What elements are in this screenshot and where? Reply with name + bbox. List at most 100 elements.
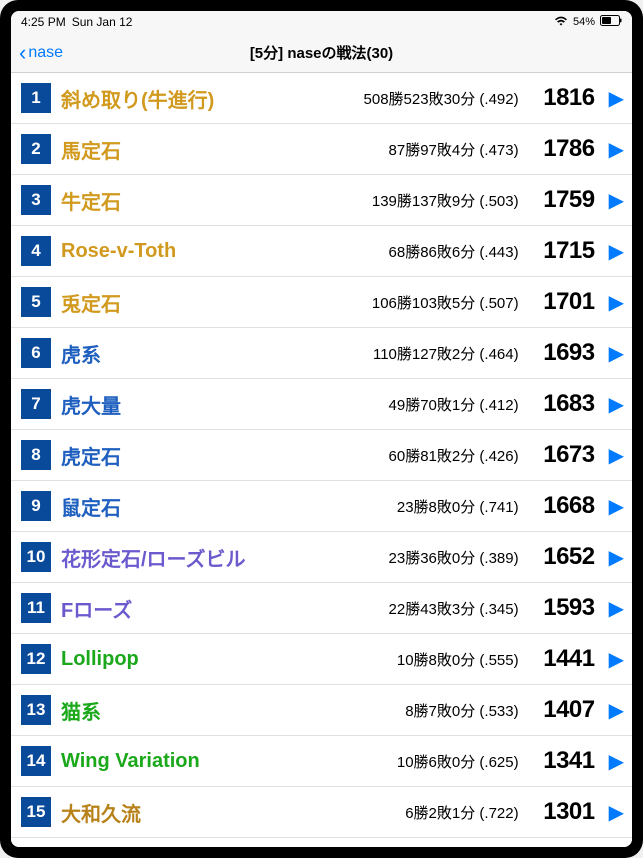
table-row[interactable]: 14Wing Variation10勝6敗0分 (.625)1341▶ [11, 736, 632, 787]
chevron-left-icon: ‹ [19, 40, 26, 66]
strategy-rating: 1759 [529, 186, 595, 214]
back-button[interactable]: ‹ nase [19, 40, 63, 66]
table-row[interactable]: 2 馬定石 87勝97敗4分 (.473) 1786 ▶ [11, 124, 632, 175]
strategy-stats: 8勝7敗0分 (.533) [405, 700, 518, 721]
status-time: 4:25 PM [21, 15, 66, 29]
chevron-right-icon: ▶ [609, 341, 624, 366]
strategy-name: 馬定石 [61, 135, 379, 164]
table-row[interactable]: 4 Rose-v-Toth 68勝86敗6分 (.443) 1715 ▶ [11, 226, 632, 277]
strategy-name: Lollipop [61, 648, 387, 671]
strategy-name: 大和久流 [61, 798, 395, 827]
strategy-rating: 1701 [529, 288, 595, 316]
strategy-stats: 87勝97敗4分 (.473) [389, 139, 519, 160]
strategy-name: Wing Variation [61, 750, 387, 773]
strategy-rating: 1693 [529, 339, 595, 367]
table-row[interactable]: 15 大和久流 6勝2敗1分 (.722) 1301 ▶ [11, 787, 632, 838]
strategy-stats: 110勝127敗2分 (.464) [373, 343, 519, 364]
strategy-stats: 23勝8敗0分 (.741) [397, 496, 519, 517]
table-row[interactable]: 11 Fローズ 22勝43敗3分 (.345) 1593 ▶ [11, 583, 632, 634]
table-row[interactable]: 5 兎定石 106勝103敗5分 (.507) 1701 ▶ [11, 277, 632, 328]
rank-badge: 15 [21, 797, 51, 827]
chevron-right-icon: ▶ [609, 545, 624, 570]
strategy-rating: 1668 [529, 492, 595, 520]
strategy-rating: 1407 [529, 696, 595, 724]
chevron-right-icon: ▶ [609, 800, 624, 825]
strategy-name: 兎定石 [61, 288, 362, 317]
strategy-rating: 1593 [529, 594, 595, 622]
strategy-rating: 1786 [529, 135, 595, 163]
strategy-name: 猫系 [61, 696, 395, 725]
strategy-name: 花形定石/ローズビル [61, 543, 379, 572]
wifi-icon [554, 16, 568, 29]
table-row[interactable]: 10 花形定石/ローズビル 23勝36敗0分 (.389) 1652 ▶ [11, 532, 632, 583]
table-row[interactable]: 7 虎大量 49勝70敗1分 (.412) 1683 ▶ [11, 379, 632, 430]
rank-badge: 11 [21, 593, 51, 623]
chevron-right-icon: ▶ [609, 596, 624, 621]
strategy-rating: 1341 [529, 747, 595, 775]
rank-badge: 2 [21, 134, 51, 164]
chevron-right-icon: ▶ [609, 749, 624, 774]
table-row[interactable]: 13 猫系 8勝7敗0分 (.533) 1407 ▶ [11, 685, 632, 736]
strategy-name: 斜め取り(牛進行) [61, 84, 354, 113]
strategy-stats: 23勝36敗0分 (.389) [389, 547, 519, 568]
table-row[interactable]: 1 斜め取り(牛進行) 508勝523敗30分 (.492) 1816 ▶ [11, 73, 632, 124]
rank-badge: 3 [21, 185, 51, 215]
status-bar: 4:25 PM Sun Jan 12 54% [11, 11, 632, 33]
rank-badge: 12 [21, 644, 51, 674]
strategy-stats: 49勝70敗1分 (.412) [389, 394, 519, 415]
battery-icon [600, 15, 622, 29]
rank-badge: 6 [21, 338, 51, 368]
strategy-name: 虎定石 [61, 441, 379, 470]
rank-badge: 10 [21, 542, 51, 572]
strategy-rating: 1683 [529, 390, 595, 418]
table-row[interactable]: 12 Lollipop 10勝8敗0分 (.555) 1441 ▶ [11, 634, 632, 685]
chevron-right-icon: ▶ [609, 698, 624, 723]
table-row[interactable]: 6 虎系 110勝127敗2分 (.464) 1693 ▶ [11, 328, 632, 379]
chevron-right-icon: ▶ [609, 494, 624, 519]
strategy-stats: 6勝2敗1分 (.722) [405, 802, 518, 823]
strategy-stats: 68勝86敗6分 (.443) [389, 241, 519, 262]
rank-badge: 9 [21, 491, 51, 521]
chevron-right-icon: ▶ [609, 137, 624, 162]
strategy-stats: 10勝6敗0分 (.625) [397, 751, 519, 772]
strategy-stats: 508勝523敗30分 (.492) [364, 88, 519, 109]
rank-badge: 5 [21, 287, 51, 317]
strategy-rating: 1673 [529, 441, 595, 469]
strategy-rating: 1441 [529, 645, 595, 673]
strategy-stats: 60勝81敗2分 (.426) [389, 445, 519, 466]
rank-badge: 1 [21, 83, 51, 113]
rank-badge: 13 [21, 695, 51, 725]
strategy-name: Rose-v-Toth [61, 240, 379, 263]
battery-percent: 54% [573, 16, 595, 28]
chevron-right-icon: ▶ [609, 86, 624, 111]
table-row[interactable]: 8虎定石60勝81敗2分 (.426)1673▶ [11, 430, 632, 481]
strategy-name: 鼠定石 [61, 492, 387, 521]
chevron-right-icon: ▶ [609, 290, 624, 315]
back-label: nase [28, 44, 63, 62]
strategy-rating: 1652 [529, 543, 595, 571]
chevron-right-icon: ▶ [609, 239, 624, 264]
strategy-rating: 1715 [529, 237, 595, 265]
chevron-right-icon: ▶ [609, 647, 624, 672]
nav-bar: ‹ nase [5分] naseの戦法(30) [11, 33, 632, 73]
strategy-stats: 139勝137敗9分 (.503) [372, 190, 519, 211]
strategy-name: 虎系 [61, 339, 363, 368]
strategy-name: 牛定石 [61, 186, 362, 215]
strategy-name: 虎大量 [61, 390, 379, 419]
strategy-stats: 10勝8敗0分 (.555) [397, 649, 519, 670]
strategy-list[interactable]: 1 斜め取り(牛進行) 508勝523敗30分 (.492) 1816 ▶ 2 馬定石 87勝… [11, 73, 632, 847]
status-date: Sun Jan 12 [72, 15, 133, 29]
strategy-name: Fローズ [61, 594, 379, 623]
rank-badge: 7 [21, 389, 51, 419]
rank-badge: 4 [21, 236, 51, 266]
strategy-stats: 106勝103敗5分 (.507) [372, 292, 519, 313]
chevron-right-icon: ▶ [609, 188, 624, 213]
rank-badge: 8 [21, 440, 51, 470]
strategy-rating: 1816 [529, 84, 595, 112]
table-row[interactable]: 9 鼠定石 23勝8敗0分 (.741) 1668 ▶ [11, 481, 632, 532]
chevron-right-icon: ▶ [609, 392, 624, 417]
page-title: [5分] naseの戦法(30) [250, 42, 393, 63]
strategy-stats: 22勝43敗3分 (.345) [389, 598, 519, 619]
strategy-rating: 1301 [529, 798, 595, 826]
table-row[interactable]: 3 牛定石 139勝137敗9分 (.503) 1759 ▶ [11, 175, 632, 226]
